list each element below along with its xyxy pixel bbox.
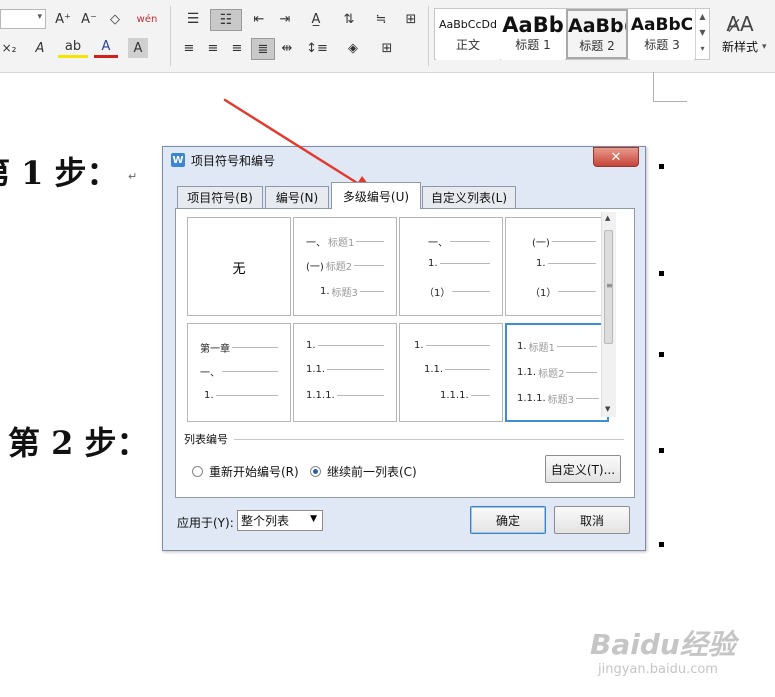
baidu-logo: Baidu经验 xyxy=(590,628,736,661)
baidu-watermark: Baidu经验 jingyan.baidu.com xyxy=(590,628,740,688)
annotation-arrow xyxy=(223,98,376,194)
tab-multilevel[interactable]: 多级编号(U) xyxy=(331,182,421,209)
watermark-url: jingyan.baidu.com xyxy=(598,662,718,677)
